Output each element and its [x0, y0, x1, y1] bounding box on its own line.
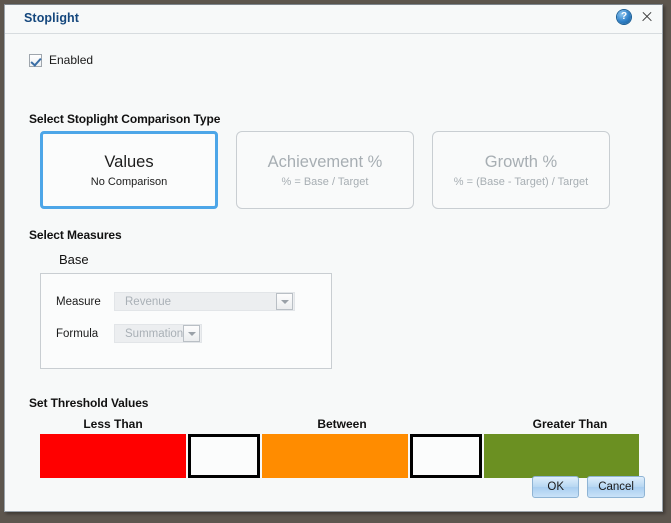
- comparison-card-subtitle: % = Base / Target: [281, 176, 369, 188]
- threshold-heading: Set Threshold Values: [29, 396, 149, 410]
- stoplight-dialog: Stoplight ? Enabled Select Stoplight Com…: [4, 4, 663, 512]
- measure-field-row: Measure Revenue: [56, 292, 295, 311]
- ok-button[interactable]: OK: [532, 476, 580, 498]
- dialog-title: Stoplight: [24, 11, 80, 25]
- measures-heading: Select Measures: [29, 228, 122, 242]
- close-icon[interactable]: [640, 10, 653, 24]
- measure-field-label: Measure: [56, 295, 101, 308]
- threshold-label-row: Less Than Between Greater Than: [40, 417, 645, 433]
- comparison-card-achievement[interactable]: Achievement % % = Base / Target: [236, 131, 414, 209]
- greater-than-color-swatch: [484, 434, 639, 478]
- measures-group-label: Base: [59, 252, 89, 267]
- formula-field-row: Formula Summation: [56, 324, 202, 343]
- measure-select[interactable]: Revenue: [114, 292, 295, 311]
- chevron-down-icon[interactable]: [183, 325, 200, 342]
- measures-group-box: Measure Revenue Formula Summation: [40, 273, 332, 369]
- threshold-bar-row: [40, 434, 639, 478]
- comparison-card-title: Values: [104, 153, 154, 171]
- comparison-card-growth[interactable]: Growth % % = (Base - Target) / Target: [432, 131, 610, 209]
- comparison-card-title: Achievement %: [267, 153, 383, 171]
- threshold-label-less-than: Less Than: [83, 417, 143, 431]
- comparison-type-group: Values No Comparison Achievement % % = B…: [40, 131, 610, 209]
- comparison-card-subtitle: % = (Base - Target) / Target: [453, 176, 589, 188]
- threshold-label-greater-than: Greater Than: [532, 417, 608, 431]
- formula-select[interactable]: Summation: [114, 324, 202, 343]
- enabled-checkbox[interactable]: [29, 53, 42, 67]
- measure-select-value: Revenue: [125, 295, 172, 308]
- formula-select-value: Summation: [125, 327, 183, 340]
- dialog-footer: OK Cancel: [532, 476, 645, 498]
- help-circle-icon[interactable]: ?: [617, 10, 631, 24]
- dialog-content: Enabled Select Stoplight Comparison Type…: [5, 34, 662, 513]
- threshold-label-between: Between: [317, 417, 367, 431]
- cancel-button[interactable]: Cancel: [587, 476, 645, 498]
- threshold-lower-input[interactable]: [188, 434, 260, 478]
- formula-field-label: Formula: [56, 327, 99, 340]
- comparison-card-values[interactable]: Values No Comparison: [40, 131, 218, 209]
- enabled-label: Enabled: [49, 53, 94, 67]
- enabled-checkbox-row[interactable]: Enabled: [29, 53, 93, 67]
- dialog-titlebar: Stoplight ?: [5, 5, 662, 34]
- comparison-card-subtitle: No Comparison: [90, 176, 168, 188]
- less-than-color-swatch: [40, 434, 186, 478]
- comparison-card-title: Growth %: [484, 153, 558, 171]
- between-color-swatch: [262, 434, 408, 478]
- titlebar-actions: ?: [617, 10, 653, 24]
- threshold-upper-input[interactable]: [410, 434, 482, 478]
- comparison-heading: Select Stoplight Comparison Type: [29, 112, 221, 126]
- chevron-down-icon[interactable]: [276, 293, 293, 310]
